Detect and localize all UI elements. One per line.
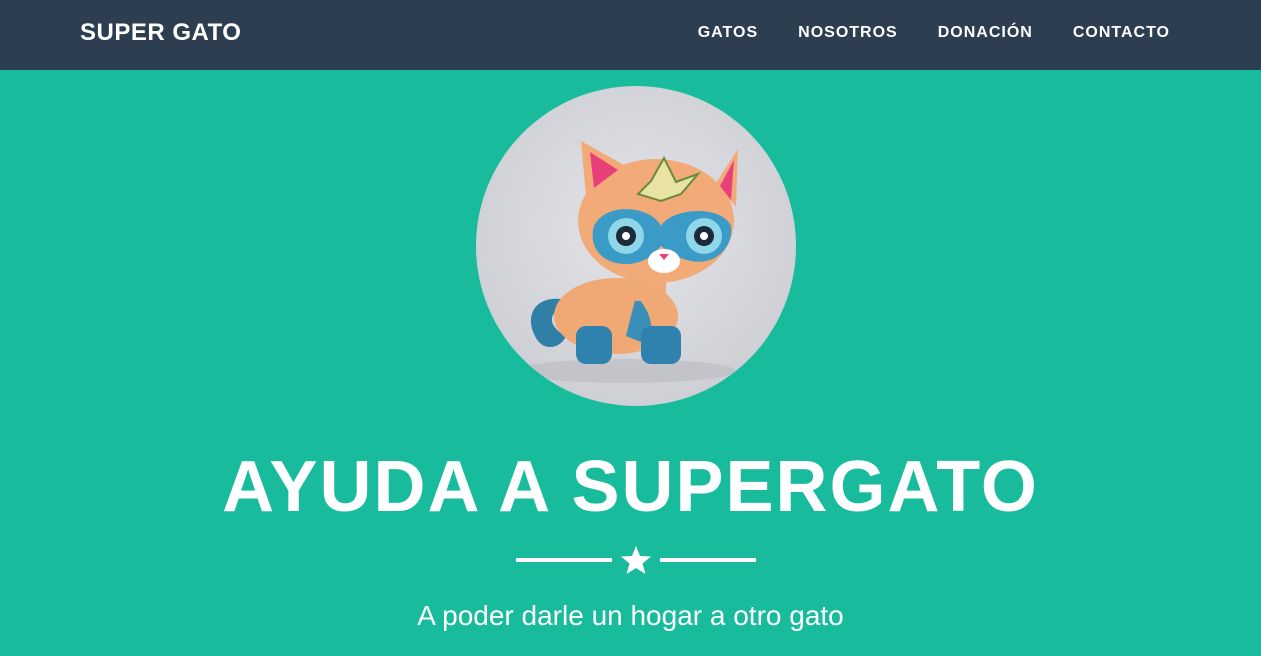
nav-link-contacto[interactable]: CONTACTO: [1073, 24, 1170, 42]
hero-subtitle: A poder darle un hogar a otro gato: [417, 600, 844, 631]
divider-line-left: [516, 558, 612, 562]
star-divider: [516, 544, 756, 576]
hero-section: AYUDA A SUPERGATO A poder darle un hogar…: [0, 70, 1261, 656]
hero-title: AYUDA A SUPERGATO: [222, 447, 1039, 527]
divider-line-right: [660, 558, 756, 562]
navbar: SUPER GATO GATOS NOSOTROS DONACIÓN CONTA…: [0, 0, 1261, 70]
brand-link[interactable]: SUPER GATO: [80, 19, 241, 47]
nav-link-gatos[interactable]: GATOS: [698, 24, 758, 42]
star-icon: [621, 546, 651, 574]
hero-avatar-image: [476, 86, 796, 406]
nav-links: GATOS NOSOTROS DONACIÓN CONTACTO: [698, 24, 1170, 42]
nav-link-nosotros[interactable]: NOSOTROS: [798, 24, 898, 42]
nav-link-donacion[interactable]: DONACIÓN: [938, 24, 1033, 42]
cat-toy-illustration: [516, 141, 738, 383]
